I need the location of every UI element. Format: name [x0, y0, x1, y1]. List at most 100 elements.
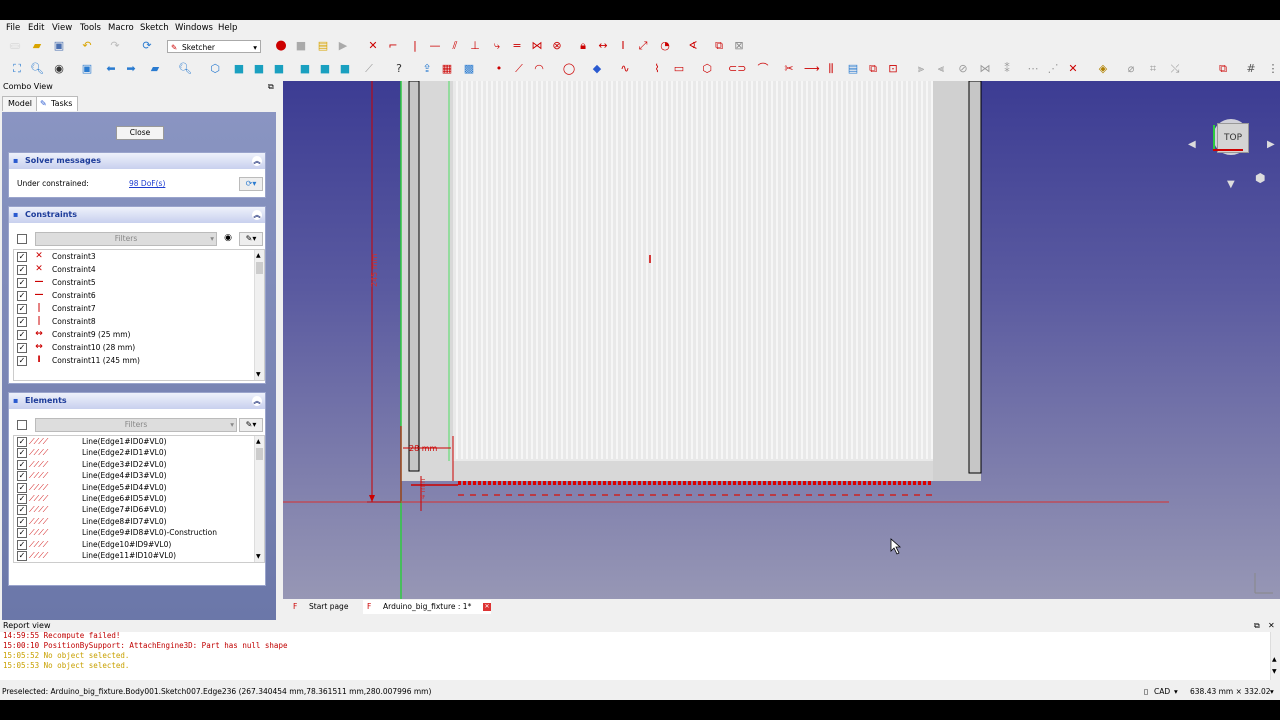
bspline-knot-icon[interactable]: ⌗: [1146, 62, 1160, 76]
save-icon[interactable]: ▣: [52, 39, 66, 53]
point-icon[interactable]: ✕: [366, 39, 380, 53]
element-filter-select[interactable]: Filters ▾: [35, 418, 237, 432]
stop-macro-icon[interactable]: ■: [294, 39, 308, 53]
view-menu-cube-icon[interactable]: ⬢: [1255, 171, 1265, 185]
front-view-icon[interactable]: ■: [232, 62, 246, 76]
tangent-icon[interactable]: ⤷: [490, 39, 504, 53]
play-macro-icon[interactable]: ▶: [336, 39, 350, 53]
menu-macro[interactable]: Macro: [108, 23, 134, 33]
report-scrollbar[interactable]: ▲ ▼: [1270, 632, 1280, 680]
left-view-icon[interactable]: ■: [338, 62, 352, 76]
distance-icon[interactable]: ⤢: [636, 39, 650, 53]
constraints-header[interactable]: ▪ Constraints ︽: [9, 207, 265, 223]
perpendicular-icon[interactable]: ⊥: [468, 39, 482, 53]
item-checkbox[interactable]: ✓: [17, 516, 27, 527]
open-file-icon[interactable]: ▰: [30, 39, 44, 53]
undock-icon[interactable]: ⧉: [1254, 621, 1260, 631]
back-icon[interactable]: ⬅: [104, 62, 118, 76]
remove-axes-alignment-icon[interactable]: ⋰: [1046, 62, 1060, 76]
dof-link[interactable]: 98 DoF(s): [129, 179, 165, 188]
close-tab-icon[interactable]: ✕: [483, 603, 491, 611]
item-checkbox[interactable]: ✓: [17, 343, 27, 353]
dim-small-label[interactable]: 4 mm: [419, 479, 427, 499]
construction-mode-icon[interactable]: ⊡: [886, 62, 900, 76]
rectangular-array-icon[interactable]: ⋯: [1026, 62, 1040, 76]
vertical-icon[interactable]: |: [408, 39, 422, 53]
delete-all-geometry-icon[interactable]: ✕: [1066, 62, 1080, 76]
create-conic-icon[interactable]: ◆: [590, 62, 604, 76]
item-checkbox[interactable]: ✓: [17, 471, 27, 482]
list-item[interactable]: ✓ ⟋⟋⟋⟋ Line(Edge1#ID0#VL0): [14, 436, 254, 447]
fit-selection-icon[interactable]: 🔍︎: [30, 62, 44, 76]
scroll-down-icon[interactable]: ▼: [256, 553, 261, 560]
sketch-canvas[interactable]: 245 mm 28 mm 4 mm: [283, 81, 1280, 599]
navigation-cube[interactable]: TOP: [1207, 119, 1257, 169]
item-checkbox[interactable]: ✓: [17, 551, 27, 561]
top-view-icon[interactable]: ■: [252, 62, 266, 76]
horizontal-icon[interactable]: —: [428, 39, 442, 53]
workbench-select[interactable]: Sketcher ✎ ▾: [167, 40, 261, 53]
create-bspline-icon[interactable]: ∿: [618, 62, 632, 76]
item-checkbox[interactable]: ✓: [17, 459, 27, 470]
dim-horizontal-label[interactable]: 28 mm: [409, 444, 438, 453]
bspline-join-icon[interactable]: ⤯: [1168, 62, 1182, 76]
settings-icon[interactable]: ✎▾: [239, 232, 263, 246]
collapse-icon[interactable]: ︽: [252, 210, 262, 220]
isometric-icon[interactable]: ⬡: [208, 62, 222, 76]
nav-down-arrow-icon[interactable]: ▼: [1227, 179, 1235, 190]
select-constraints-icon[interactable]: ⫸: [914, 62, 928, 76]
symmetric-icon[interactable]: ⋈: [530, 39, 544, 53]
scroll-thumb[interactable]: [256, 448, 263, 460]
list-item[interactable]: ✓ | Constraint7: [14, 302, 254, 315]
virtual-space-icon[interactable]: ⧉: [1216, 62, 1230, 76]
extend-icon[interactable]: ⟶: [804, 62, 820, 76]
list-item[interactable]: ✓ | Constraint8: [14, 315, 254, 328]
item-checkbox[interactable]: ✓: [17, 278, 27, 288]
measure-icon[interactable]: ⟋: [362, 62, 376, 76]
close-icon[interactable]: ✕: [1268, 621, 1275, 630]
redo-icon[interactable]: ↷: [108, 39, 122, 53]
list-item[interactable]: ✓ ⟋⟋⟋⟋ Line(Edge3#ID2#VL0): [14, 459, 254, 470]
undock-icon[interactable]: ⧉: [268, 82, 274, 92]
list-item[interactable]: ✓ ⟋⟋⟋⟋ Line(Edge10#ID9#VL0): [14, 539, 254, 550]
item-checkbox[interactable]: ✓: [17, 252, 27, 262]
item-checkbox[interactable]: ✓: [17, 330, 27, 340]
elements-header[interactable]: ▪ Elements ︽: [9, 393, 265, 409]
create-rectangle-icon[interactable]: ▭: [672, 62, 686, 76]
menu-help[interactable]: Help: [218, 23, 237, 33]
clone-icon[interactable]: ⁑: [1000, 62, 1014, 76]
list-item[interactable]: ✓ ⟋⟋⟋⟋ Line(Edge9#ID8#VL0)-Construction: [14, 527, 254, 539]
toggle-active-icon[interactable]: ⊠: [732, 39, 746, 53]
item-checkbox[interactable]: ✓: [17, 437, 27, 447]
dim-vertical-label[interactable]: 245 mm: [370, 253, 379, 287]
visibility-icon[interactable]: ◉: [221, 232, 235, 244]
nav-right-arrow-icon[interactable]: ▶: [1267, 139, 1275, 150]
bounding-box-icon[interactable]: ▣: [80, 62, 94, 76]
rear-view-icon[interactable]: ■: [298, 62, 312, 76]
settings-icon[interactable]: ✎▾: [239, 418, 263, 432]
undo-icon[interactable]: ↶: [80, 39, 94, 53]
std-views-icon[interactable]: 🔍︎: [178, 62, 192, 76]
carbon-copy-icon[interactable]: ⧉: [866, 62, 880, 76]
scroll-up-icon[interactable]: ▲: [256, 252, 261, 259]
create-arc-icon[interactable]: ◠: [532, 62, 546, 76]
macro-recent-icon[interactable]: ▰: [148, 62, 162, 76]
list-item[interactable]: ✓ ⟋⟋⟋⟋ Line(Edge2#ID1#VL0): [14, 447, 254, 459]
forward-icon[interactable]: ➡: [124, 62, 138, 76]
list-item[interactable]: ✓ ⟋⟋⟋⟋ Line(Edge7#ID6#VL0): [14, 504, 254, 516]
lock-icon[interactable]: 🔒︎: [576, 39, 590, 53]
draw-style-icon[interactable]: ◉: [52, 62, 66, 76]
list-item[interactable]: ✓ ⟋⟋⟋⟋ Line(Edge8#ID7#VL0): [14, 516, 254, 527]
bspline-tools-icon[interactable]: ◈: [1096, 62, 1110, 76]
item-checkbox[interactable]: ✓: [17, 265, 27, 275]
nav-left-arrow-icon[interactable]: ◀: [1188, 139, 1196, 150]
new-file-icon[interactable]: ▭: [8, 39, 22, 53]
create-polyline-icon[interactable]: ⌇: [650, 62, 664, 76]
scroll-down-icon[interactable]: ▼: [256, 371, 261, 378]
select-all-checkbox[interactable]: [17, 234, 27, 244]
select-origin-icon[interactable]: ⫷: [934, 62, 948, 76]
item-checkbox[interactable]: ✓: [17, 539, 27, 550]
coincident-icon[interactable]: ⌐: [386, 39, 400, 53]
grid-icon[interactable]: #: [1244, 62, 1258, 76]
menu-windows[interactable]: Windows: [175, 23, 213, 33]
